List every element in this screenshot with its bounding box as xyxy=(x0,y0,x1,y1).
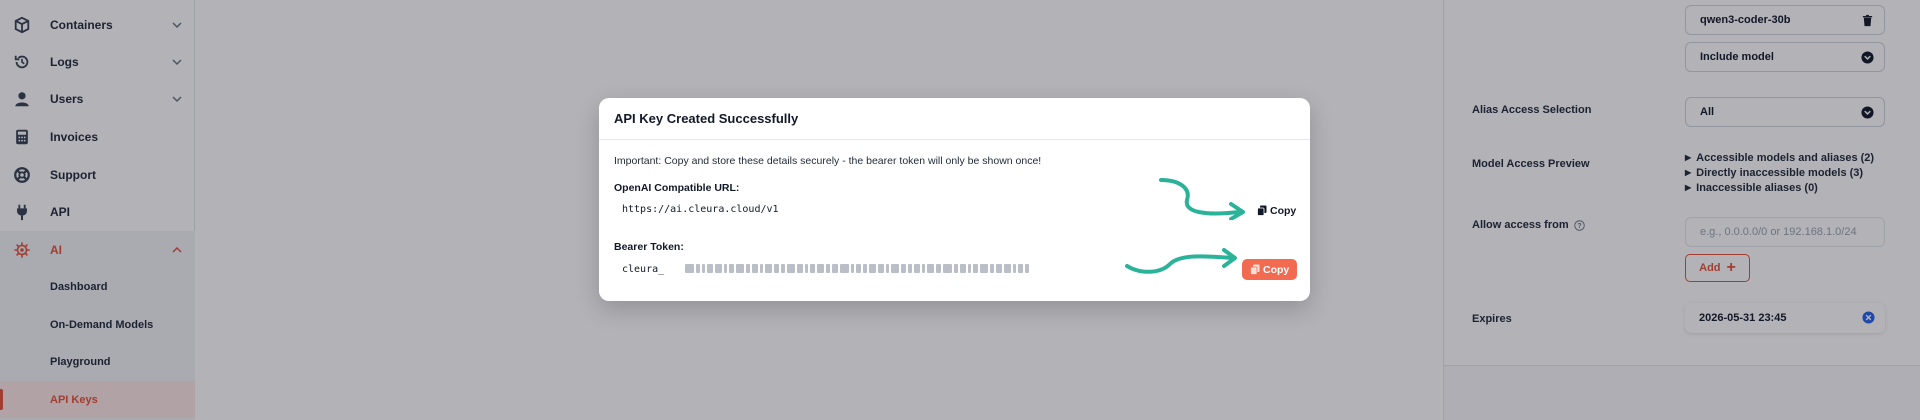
redaction-block xyxy=(922,264,925,273)
dialog-header: API Key Created Successfully xyxy=(599,98,1310,140)
redaction-block xyxy=(840,264,849,273)
redaction-block xyxy=(810,264,815,273)
arrow-annotation-icon xyxy=(1159,178,1245,220)
redaction-block xyxy=(724,264,727,273)
redaction-block xyxy=(891,264,899,273)
redaction-block xyxy=(760,264,763,273)
redaction-block xyxy=(826,264,830,273)
redacted-token xyxy=(685,264,1070,273)
redaction-block xyxy=(851,264,854,273)
redaction-block xyxy=(973,264,978,273)
redaction-block xyxy=(702,264,705,273)
redaction-block xyxy=(1004,264,1011,273)
redaction-block xyxy=(943,264,952,273)
dialog-title: API Key Created Successfully xyxy=(614,111,799,126)
redaction-block xyxy=(805,264,808,273)
copy-token-label: Copy xyxy=(1263,263,1290,276)
redaction-block xyxy=(960,264,966,273)
redaction-block xyxy=(696,264,700,273)
token-prefix: cleura_ xyxy=(622,264,665,275)
redaction-block xyxy=(736,264,744,273)
redaction-block xyxy=(856,264,861,273)
token-label: Bearer Token: xyxy=(614,241,684,253)
redaction-block xyxy=(908,264,912,273)
redaction-block xyxy=(797,264,803,273)
redaction-block xyxy=(715,264,722,273)
redaction-block xyxy=(980,264,988,273)
redaction-block xyxy=(729,264,734,273)
url-label: OpenAI Compatible URL: xyxy=(614,182,740,194)
redaction-block xyxy=(886,264,889,273)
redaction-block xyxy=(685,264,694,273)
redaction-block xyxy=(781,264,785,273)
redaction-block xyxy=(914,264,920,273)
copy-icon xyxy=(1250,264,1260,275)
redaction-block xyxy=(707,264,713,273)
redaction-block xyxy=(787,264,795,273)
redaction-block xyxy=(990,264,994,273)
security-warning: Important: Copy and store these details … xyxy=(614,155,1042,167)
copy-token-button[interactable]: Copy xyxy=(1242,259,1298,280)
redaction-block xyxy=(817,264,824,273)
redaction-block xyxy=(752,264,758,273)
redaction-block xyxy=(968,264,971,273)
redaction-block xyxy=(1013,264,1016,273)
redaction-block xyxy=(746,264,750,273)
redaction-block xyxy=(765,264,772,273)
arrow-annotation-icon xyxy=(1125,248,1237,274)
redaction-block xyxy=(878,264,884,273)
copy-icon xyxy=(1257,205,1267,216)
redaction-block xyxy=(1018,264,1023,273)
redaction-block xyxy=(869,264,876,273)
redaction-block xyxy=(774,264,779,273)
redaction-block xyxy=(863,264,867,273)
redaction-block xyxy=(927,264,934,273)
redaction-block xyxy=(954,264,958,273)
redaction-block xyxy=(901,264,906,273)
api-key-created-dialog: API Key Created Successfully Important: … xyxy=(599,98,1310,301)
url-value: https://ai.cleura.cloud/v1 xyxy=(622,204,779,215)
redaction-block xyxy=(1025,264,1029,273)
redaction-block xyxy=(832,264,838,273)
redaction-block xyxy=(996,264,1002,273)
copy-url-button[interactable]: Copy xyxy=(1249,200,1304,221)
redaction-block xyxy=(936,264,941,273)
copy-url-label: Copy xyxy=(1270,204,1297,217)
